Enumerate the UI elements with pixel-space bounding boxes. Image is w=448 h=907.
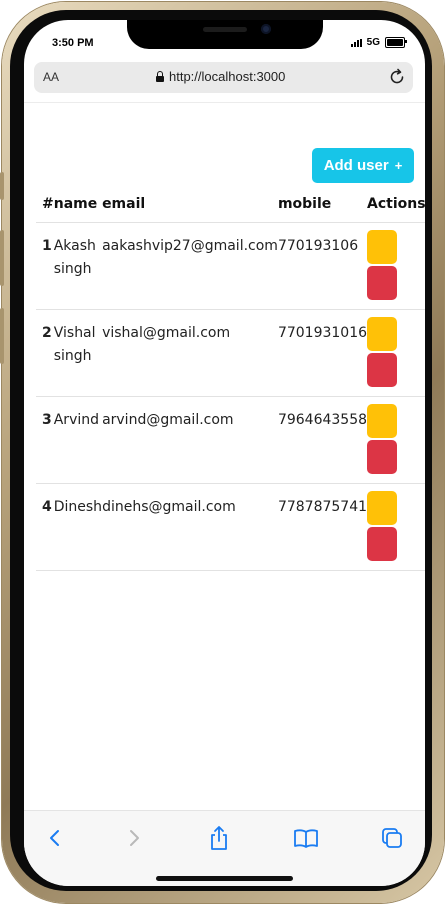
plus-icon: +	[394, 158, 403, 173]
column-header-actions: Actions	[367, 186, 425, 223]
battery-icon	[385, 37, 407, 48]
silent-switch	[0, 172, 4, 200]
browser-toolbar	[24, 810, 425, 886]
front-camera	[261, 24, 271, 34]
phone-screen: 3:50 PM 5G AA http://localhost:3000 Add …	[24, 20, 425, 886]
column-header-name: name	[53, 186, 103, 223]
address-bar[interactable]: AA http://localhost:3000	[34, 62, 413, 93]
tabs-icon[interactable]	[379, 825, 405, 851]
add-user-button[interactable]: Add user +	[312, 148, 414, 183]
add-user-label: Add user	[323, 157, 389, 174]
table-row: 2 Vishal singh vishal@gmail.com 77019310…	[36, 309, 425, 397]
status-time: 3:50 PM	[52, 37, 94, 49]
table-row: 3 Arvind arvind@gmail.com 7964643558	[36, 396, 425, 484]
signal-icon	[350, 38, 362, 47]
edit-button[interactable]	[367, 491, 398, 525]
row-number: 3	[42, 412, 52, 428]
row-number: 4	[42, 499, 52, 515]
status-indicators: 5G	[350, 37, 407, 48]
row-mobile: 7787875741	[277, 499, 368, 515]
text-size-button[interactable]: AA	[43, 70, 59, 84]
row-email: vishal@gmail.com	[102, 325, 231, 341]
table-header-row: # name email mobile Actions	[36, 186, 425, 223]
delete-button[interactable]	[367, 353, 398, 387]
row-mobile: 7964643558	[277, 412, 368, 428]
column-header-mobile: mobile	[277, 186, 368, 223]
url-display[interactable]: http://localhost:3000	[156, 69, 285, 84]
row-mobile: 770193106	[277, 238, 359, 254]
forward-icon[interactable]	[121, 825, 147, 851]
share-icon[interactable]	[206, 825, 232, 851]
edit-button[interactable]	[367, 317, 398, 351]
address-bar-divider	[24, 102, 425, 103]
table-row: 4 Dinesh dinehs@gmail.com 7787875741	[36, 483, 425, 571]
speaker	[203, 27, 247, 32]
row-name: Vishal singh	[53, 325, 96, 364]
url-text: http://localhost:3000	[169, 69, 286, 84]
lock-icon	[156, 70, 164, 82]
volume-down-button	[0, 308, 4, 364]
row-email: dinehs@gmail.com	[102, 499, 236, 515]
column-header-number: #	[36, 186, 54, 223]
table-row: 1 Akash singh aakashvip27@gmail.com 7701…	[36, 222, 425, 310]
bookmarks-icon[interactable]	[293, 825, 319, 851]
row-number: 1	[42, 238, 52, 254]
back-icon[interactable]	[42, 825, 68, 851]
volume-up-button	[0, 230, 4, 286]
edit-button[interactable]	[367, 404, 398, 438]
reload-icon[interactable]	[387, 67, 407, 92]
row-number: 2	[42, 325, 52, 341]
edit-button[interactable]	[367, 230, 398, 264]
row-name: Dinesh	[53, 499, 103, 515]
row-email: arvind@gmail.com	[102, 412, 234, 428]
delete-button[interactable]	[367, 527, 398, 561]
row-name: Arvind	[53, 412, 100, 428]
notch	[127, 20, 323, 49]
row-email: aakashvip27@gmail.com	[102, 238, 278, 254]
home-indicator[interactable]	[156, 876, 293, 881]
users-table: # name email mobile Actions 1 Akash sing…	[36, 186, 425, 571]
column-header-email: email	[102, 186, 278, 223]
row-name: Akash singh	[53, 238, 96, 277]
delete-button[interactable]	[367, 266, 398, 300]
row-mobile: 7701931016	[277, 325, 368, 341]
delete-button[interactable]	[367, 440, 398, 474]
network-label: 5G	[366, 37, 380, 48]
